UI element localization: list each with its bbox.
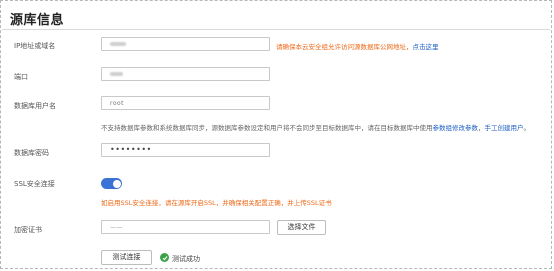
- ssl-label: SSL安全连接: [14, 180, 55, 188]
- password-input[interactable]: ••••••••: [101, 143, 270, 157]
- click-here-link[interactable]: 点击这里: [413, 43, 439, 51]
- password-value: ••••••••: [110, 145, 152, 154]
- source-db-info-panel: 源库信息 IP地址或域名 请确保本云安全组允许访问源数据库公网地址，点击这里 端…: [0, 0, 552, 269]
- username-input[interactable]: root: [101, 96, 270, 110]
- username-value: root: [110, 100, 125, 107]
- test-connection-button[interactable]: 测试连接: [101, 250, 152, 265]
- password-label: 数据库密码: [14, 149, 49, 157]
- ip-security-hint: 请确保本云安全组允许访问源数据库公网地址，点击这里: [276, 41, 439, 51]
- ip-label: IP地址或域名: [14, 42, 56, 50]
- success-check-icon: [160, 253, 169, 262]
- ip-value-redacted: [110, 42, 126, 46]
- test-status-text: 测试成功: [172, 255, 200, 263]
- ip-input[interactable]: [101, 37, 270, 51]
- choose-file-button[interactable]: 选择文件: [277, 220, 326, 235]
- username-label: 数据库用户名: [14, 102, 56, 110]
- username-hint-text: 不支持数据库参数和系统数据库同步，源数据库参数设定和用户将不会同步至目标数据库中…: [101, 124, 433, 132]
- cert-label: 加密证书: [14, 226, 42, 234]
- section-title: 源库信息: [10, 13, 65, 28]
- username-hint: 不支持数据库参数和系统数据库同步，源数据库参数设定和用户将不会同步至目标数据库中…: [101, 122, 530, 132]
- cert-placeholder: ——: [110, 224, 123, 231]
- param-group-link[interactable]: 参数组修改参数: [433, 124, 479, 132]
- ip-hint-text: 请确保本云安全组允许访问源数据库公网地址，: [276, 43, 413, 51]
- port-value-redacted: [110, 72, 123, 76]
- port-input[interactable]: [101, 67, 270, 81]
- ssl-toggle[interactable]: [101, 178, 122, 189]
- username-hint-end: 。: [523, 124, 531, 132]
- port-label: 端口: [14, 73, 28, 81]
- title-divider: [2, 29, 550, 30]
- create-user-link[interactable]: 手工创建用户: [485, 124, 524, 132]
- ssl-hint: 如启用SSL安全连接，请在源库开启SSL，并确保相关配置正确，并上传SSL证书: [101, 199, 332, 207]
- cert-input[interactable]: ——: [101, 220, 270, 234]
- ssl-toggle-knob: [112, 179, 121, 188]
